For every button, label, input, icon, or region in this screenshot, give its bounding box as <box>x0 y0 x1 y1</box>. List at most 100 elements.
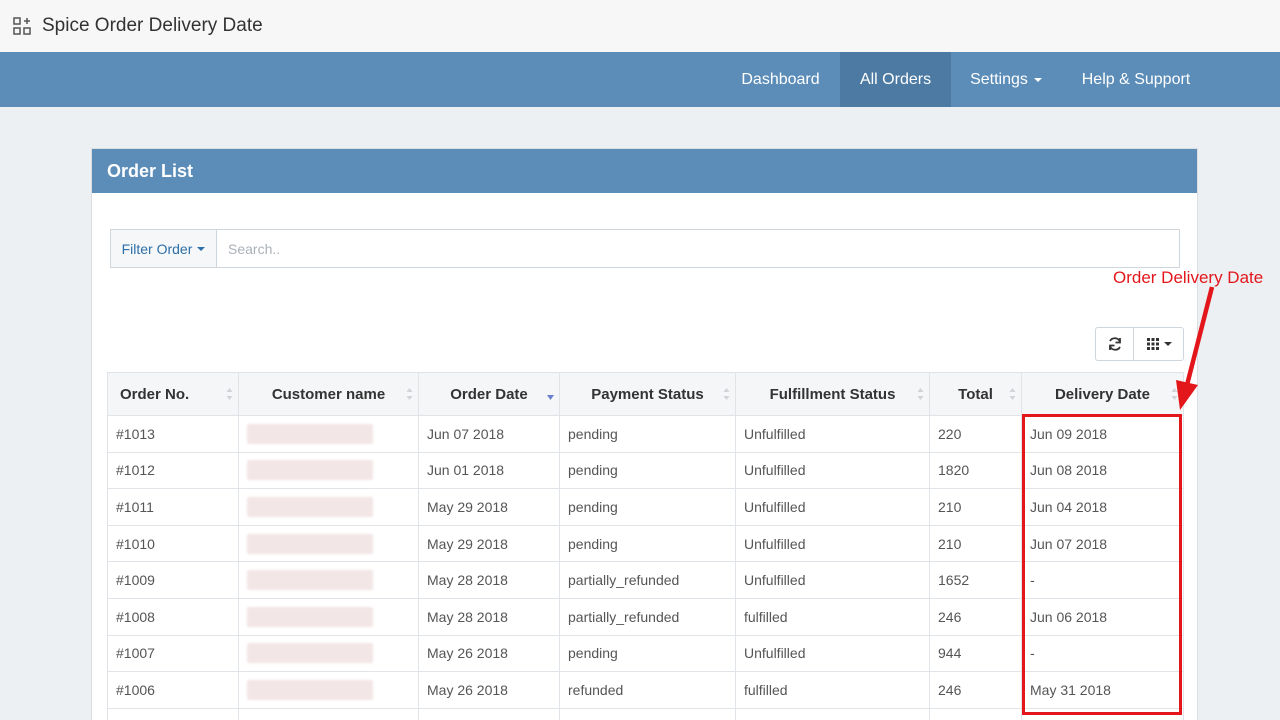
nav-all-orders-label: All Orders <box>859 70 932 88</box>
app-header: Spice Order Delivery Date <box>0 0 1280 52</box>
cell-customer-name <box>238 451 419 490</box>
cell-customer-name <box>238 671 419 709</box>
cell-fulfillment-status: Unfulfilled <box>735 415 930 453</box>
cell-fulfillment-status: Unfulfilled <box>735 488 930 526</box>
cell-payment-status: pending <box>559 488 736 526</box>
column-header-label: Fulfillment Status <box>769 385 896 403</box>
redacted-customer-name <box>247 533 373 554</box>
cell-total: 246 <box>929 597 1022 636</box>
chevron-down-icon <box>197 246 206 251</box>
redacted-customer-name <box>247 679 373 700</box>
cell-order-date: May 28 2018 <box>418 597 560 636</box>
cell-order-no: #1009 <box>107 561 239 599</box>
column-header-total[interactable]: Total <box>929 372 1022 416</box>
sort-icon <box>226 388 233 400</box>
refresh-icon <box>1108 337 1121 351</box>
cell-customer-name <box>238 561 419 599</box>
cell-order-no: #1012 <box>107 451 239 490</box>
cell-customer-name <box>238 488 419 526</box>
column-header-order-date[interactable]: Order Date <box>418 372 560 416</box>
redacted-customer-name <box>247 606 373 627</box>
redacted-customer-name <box>247 460 373 481</box>
annotation-arrow-icon <box>1176 286 1215 410</box>
cell-order-date: May 29 2018 <box>418 524 560 563</box>
cell-payment-status: partially_refunded <box>559 561 736 599</box>
redacted-customer-name <box>247 496 373 517</box>
nav-help-support[interactable]: Help & Support <box>1062 52 1210 107</box>
cell-fulfillment-status: fulfilled <box>735 671 930 709</box>
cell-total: 1820 <box>929 451 1022 490</box>
cell-total: 1652 <box>929 561 1022 599</box>
column-header-label: Customer name <box>271 385 386 403</box>
sort-icon <box>917 388 924 400</box>
filter-order-label: Filter Order <box>121 240 193 257</box>
cell-payment-status: refunded <box>559 671 736 709</box>
filter-order-dropdown[interactable]: Filter Order <box>111 230 217 267</box>
table-header-row: Order No. Customer name Order Date Payme… <box>107 372 1184 416</box>
redacted-customer-name <box>247 570 373 591</box>
cell-order-date: May 26 2018 <box>418 634 560 673</box>
cell-payment-status: pending <box>559 415 736 453</box>
nav-settings[interactable]: Settings <box>953 52 1059 107</box>
column-header-fulfillment-status[interactable]: Fulfillment Status <box>735 372 930 416</box>
sort-desc-icon <box>547 395 554 400</box>
column-header-order-no[interactable]: Order No. <box>107 372 239 416</box>
cell-order-no: #1011 <box>107 488 239 526</box>
nav-settings-label: Settings <box>970 70 1028 88</box>
column-header-label: Order Date <box>450 385 528 403</box>
cell-payment-status: pending <box>559 634 736 673</box>
cell-order-date: Jun 07 2018 <box>418 415 560 453</box>
column-header-label: Delivery Date <box>1054 385 1151 403</box>
cell-payment-status: partially_refunded <box>559 597 736 636</box>
cell-total: 246 <box>929 671 1022 709</box>
cell-fulfillment-status: fulfilled <box>735 597 930 636</box>
cell-order-date: May 29 2018 <box>418 488 560 526</box>
cell-order-date: May 26 2018 <box>418 671 560 709</box>
nav-dashboard-label: Dashboard <box>741 70 820 88</box>
panel-title: Order List <box>92 149 1197 193</box>
cell-fulfillment-status: Unfulfilled <box>735 634 930 673</box>
nav-help-support-label: Help & Support <box>1081 70 1191 88</box>
cell-total: 210 <box>929 524 1022 563</box>
column-header-label: Total <box>958 385 993 403</box>
cell-customer-name <box>238 634 419 673</box>
cell-order-date: May 28 2018 <box>418 561 560 599</box>
cell-customer-name <box>238 415 419 453</box>
nav-dashboard[interactable]: Dashboard <box>724 52 837 107</box>
column-header-label: Order No. <box>120 385 190 403</box>
search-input[interactable] <box>217 230 1179 267</box>
cell-total: 210 <box>929 488 1022 526</box>
sort-icon <box>406 388 413 400</box>
sort-icon <box>1009 388 1016 400</box>
cell-total: 220 <box>929 415 1022 453</box>
column-header-delivery-date[interactable]: Delivery Date <box>1021 372 1184 416</box>
cell-payment-status: pending <box>559 451 736 490</box>
cell-order-no: #1010 <box>107 524 239 563</box>
column-header-payment-status[interactable]: Payment Status <box>559 372 736 416</box>
nav-all-orders[interactable]: All Orders <box>840 52 951 107</box>
cell-fulfillment-status: Unfulfilled <box>735 524 930 563</box>
cell-order-date: Jun 01 2018 <box>418 451 560 490</box>
main-navbar: Dashboard All Orders Settings Help & Sup… <box>0 52 1280 107</box>
cell-total: 944 <box>929 634 1022 673</box>
apps-grid-icon <box>13 17 31 35</box>
refresh-button[interactable] <box>1096 328 1134 360</box>
app-title: Spice Order Delivery Date <box>42 15 263 36</box>
cell-fulfillment-status: Unfulfilled <box>735 451 930 490</box>
column-header-customer-name[interactable]: Customer name <box>238 372 419 416</box>
search-group: Filter Order <box>110 229 1180 268</box>
cell-payment-status: pending <box>559 524 736 563</box>
column-header-label: Payment Status <box>591 385 704 403</box>
redacted-customer-name <box>247 423 373 444</box>
grid-columns-icon <box>1146 338 1159 350</box>
cell-order-no: #1006 <box>107 671 239 709</box>
sort-icon <box>723 388 730 400</box>
cell-customer-name <box>238 597 419 636</box>
cell-order-no: #1007 <box>107 634 239 673</box>
redacted-customer-name <box>247 643 373 664</box>
cell-order-no: #1008 <box>107 597 239 636</box>
chevron-down-icon <box>1033 77 1042 82</box>
cell-order-no: #1013 <box>107 415 239 453</box>
cell-fulfillment-status: Unfulfilled <box>735 561 930 599</box>
cell-customer-name <box>238 524 419 563</box>
